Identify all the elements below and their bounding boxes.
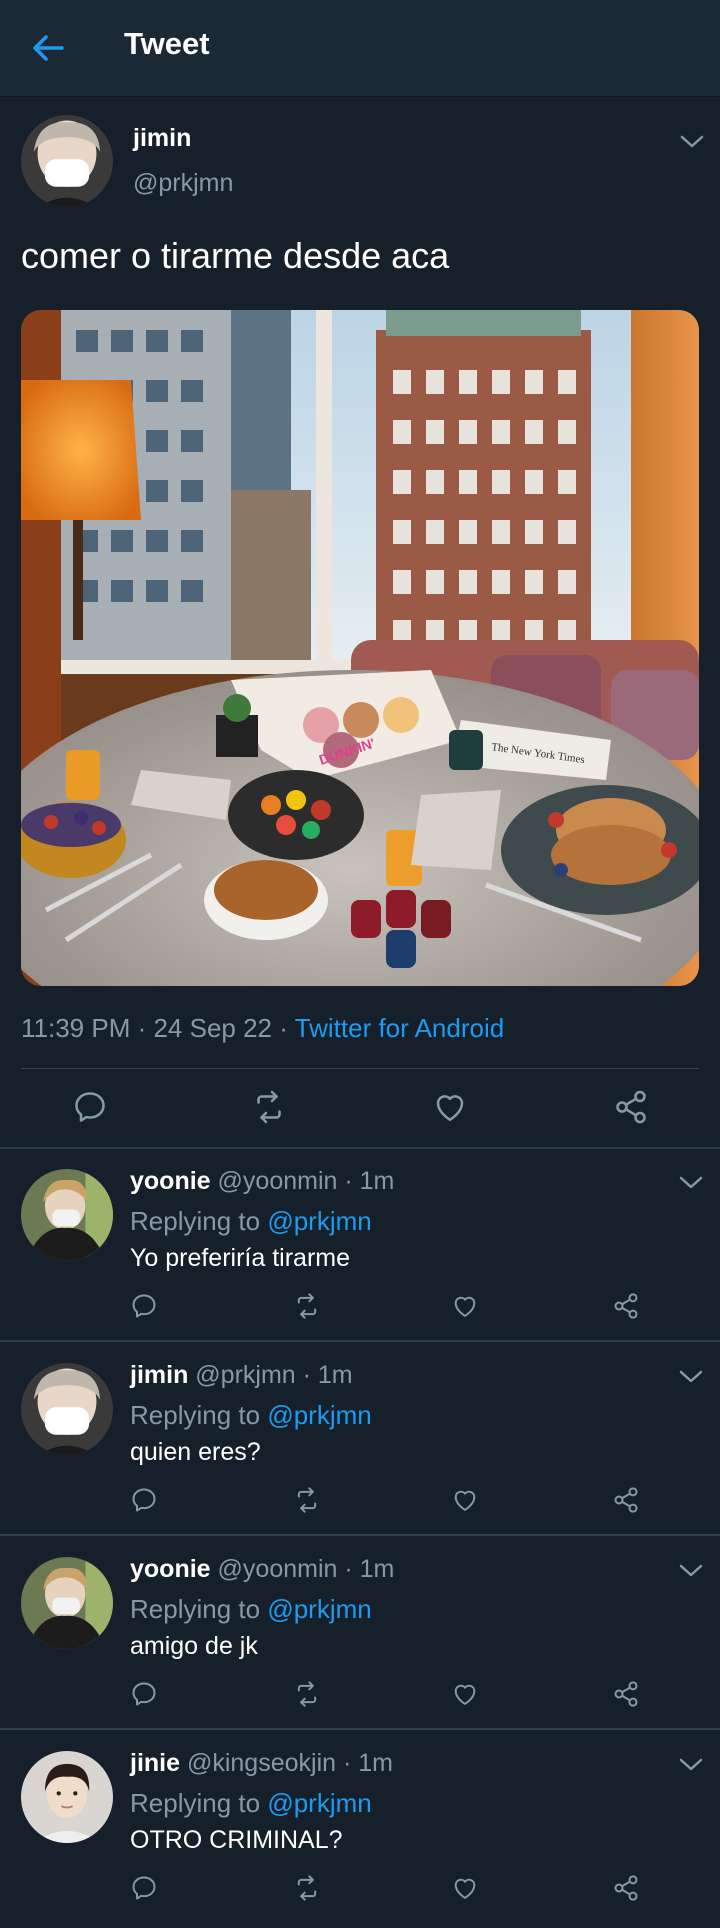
chevron-down-icon[interactable] (677, 1560, 705, 1580)
reply-name[interactable]: yoonie (130, 1167, 211, 1195)
source-link[interactable]: Twitter for Android (295, 1013, 505, 1043)
share-icon[interactable] (612, 1486, 640, 1514)
chevron-down-icon[interactable] (677, 1172, 705, 1192)
retweet-icon[interactable] (293, 1486, 321, 1514)
avatar[interactable] (21, 1169, 113, 1261)
page-title: Tweet (124, 26, 210, 61)
replying-to: Replying to @prkjmn (130, 1206, 372, 1236)
timestamp: 11:39 PM · 24 Sep 22 · (21, 1013, 295, 1043)
retweet-icon[interactable] (293, 1680, 321, 1708)
like-icon[interactable] (451, 1486, 479, 1514)
reply-name[interactable]: yoonie (130, 1555, 211, 1583)
replying-to: Replying to @prkjmn (130, 1788, 372, 1818)
reply-handle: @yoonmin · 1m (217, 1555, 395, 1583)
reply-handle: @prkjmn · 1m (195, 1361, 353, 1389)
reply-author[interactable]: yoonie @yoonmin · 1m (130, 1555, 394, 1584)
retweet-icon[interactable] (251, 1089, 287, 1125)
app-header: Tweet (0, 0, 720, 97)
reply-handle: @yoonmin · 1m (217, 1167, 395, 1195)
share-icon[interactable] (612, 1292, 640, 1320)
reply-text: OTRO CRIMINAL? (130, 1826, 343, 1854)
mention-link[interactable]: @prkjmn (267, 1788, 371, 1818)
like-icon[interactable] (451, 1680, 479, 1708)
chevron-down-icon[interactable] (678, 131, 706, 151)
share-icon[interactable] (613, 1089, 649, 1125)
avatar[interactable] (21, 1363, 113, 1455)
retweet-icon[interactable] (293, 1292, 321, 1320)
reply-name[interactable]: jimin (130, 1361, 188, 1389)
reply-author[interactable]: jinie @kingseokjin · 1m (130, 1749, 393, 1778)
reply-text: quien eres? (130, 1438, 261, 1466)
chevron-down-icon[interactable] (677, 1754, 705, 1774)
author-name[interactable]: jimin (133, 124, 191, 153)
retweet-icon[interactable] (293, 1874, 321, 1902)
share-icon[interactable] (612, 1680, 640, 1708)
chevron-down-icon[interactable] (677, 1366, 705, 1386)
mention-link[interactable]: @prkjmn (267, 1400, 371, 1430)
divider (0, 1534, 720, 1536)
author-handle[interactable]: @prkjmn (133, 169, 233, 198)
avatar[interactable] (21, 1557, 113, 1649)
like-icon[interactable] (451, 1874, 479, 1902)
divider (0, 1147, 720, 1149)
tweet-photo[interactable]: DUNKIN' The New York Times (21, 310, 699, 986)
share-icon[interactable] (612, 1874, 640, 1902)
tweet-text: comer o tirarme desde aca (21, 235, 450, 276)
avatar[interactable] (21, 1751, 113, 1843)
reply-icon[interactable] (72, 1089, 108, 1125)
reply-icon[interactable] (130, 1486, 158, 1514)
reply-icon[interactable] (130, 1292, 158, 1320)
reply-text: Yo preferiría tirarme (130, 1244, 350, 1272)
tweet-meta: 11:39 PM · 24 Sep 22 · Twitter for Andro… (21, 1013, 504, 1044)
mention-link[interactable]: @prkjmn (267, 1594, 371, 1624)
replying-to: Replying to @prkjmn (130, 1400, 372, 1430)
like-icon[interactable] (451, 1292, 479, 1320)
like-icon[interactable] (432, 1089, 468, 1125)
divider (0, 1728, 720, 1730)
reply-icon[interactable] (130, 1680, 158, 1708)
mention-link[interactable]: @prkjmn (267, 1206, 371, 1236)
reply-text: amigo de jk (130, 1632, 258, 1660)
divider (21, 1068, 699, 1069)
avatar[interactable] (21, 115, 113, 207)
reply-name[interactable]: jinie (130, 1749, 180, 1777)
reply-handle: @kingseokjin · 1m (186, 1749, 393, 1777)
reply-author[interactable]: jimin @prkjmn · 1m (130, 1361, 353, 1390)
reply-author[interactable]: yoonie @yoonmin · 1m (130, 1167, 394, 1196)
back-arrow-icon[interactable] (28, 28, 68, 68)
reply-icon[interactable] (130, 1874, 158, 1902)
divider (0, 1340, 720, 1342)
replying-to: Replying to @prkjmn (130, 1594, 372, 1624)
